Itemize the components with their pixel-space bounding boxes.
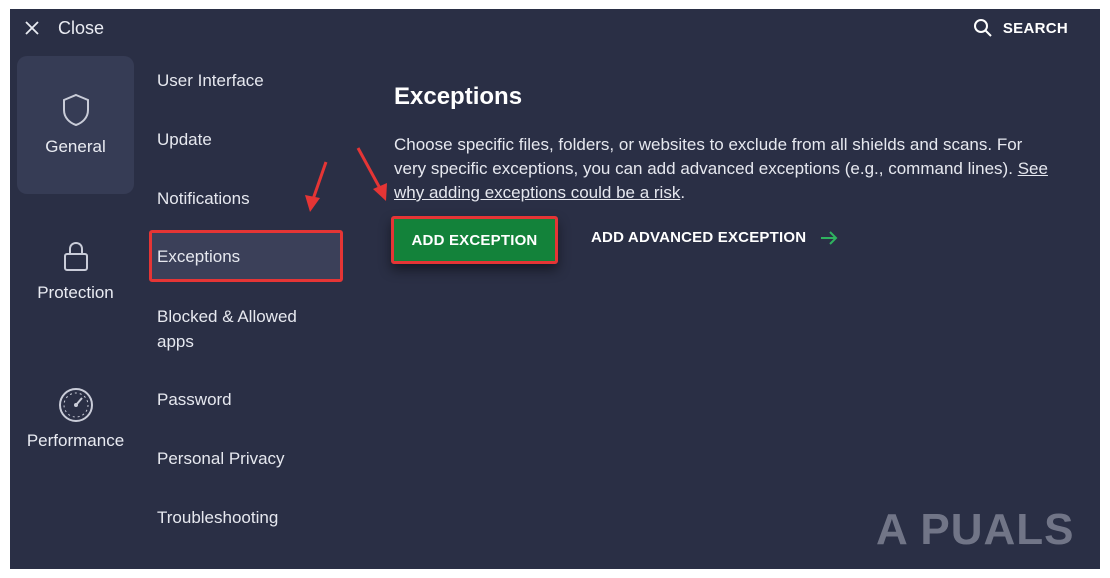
watermark: A PUALS [876,505,1075,555]
annotation-arrow-right [356,147,387,201]
settings-window: Close SEARCH General Protection Performa… [10,9,1100,569]
nav-category-general[interactable]: General [17,56,134,194]
add-advanced-exception-label: ADD ADVANCED EXCEPTION [591,229,807,246]
description-text: Choose specific files, folders, or websi… [394,135,1023,178]
nav-category-label: General [45,137,106,156]
add-exception-highlight: ADD EXCEPTION [391,216,558,264]
submenu-item-blocked-allowed-apps[interactable]: Blocked & Allowed apps [157,304,327,354]
page-description: Choose specific files, folders, or websi… [394,133,1054,205]
submenu-item-personal-privacy[interactable]: Personal Privacy [157,446,285,471]
page-title: Exceptions [394,83,523,110]
annotation-arrow-left [305,161,328,212]
search-icon [973,19,992,37]
arrow-right-icon [821,230,838,245]
submenu-item-label: Exceptions [157,246,241,266]
add-exception-button[interactable]: ADD EXCEPTION [394,219,555,261]
submenu-item-notifications[interactable]: Notifications [157,186,250,211]
speedometer-icon [58,388,93,422]
submenu-item-password[interactable]: Password [157,387,232,412]
close-button[interactable]: Close [24,15,104,41]
nav-category-performance[interactable]: Performance [17,387,134,457]
add-advanced-exception-button[interactable]: ADD ADVANCED EXCEPTION [591,229,838,246]
watermark-text: A PUALS [876,505,1075,554]
shield-icon [62,93,89,127]
lock-icon [63,241,88,271]
submenu-item-exceptions[interactable]: Exceptions [149,230,343,282]
risk-suffix: . [680,183,686,202]
close-icon [25,21,39,35]
nav-category-label: Protection [37,283,114,302]
submenu-item-troubleshooting[interactable]: Troubleshooting [157,505,278,530]
nav-category-label: Performance [26,431,125,450]
submenu-item-update[interactable]: Update [157,127,212,152]
search-button[interactable]: SEARCH [973,18,1068,38]
submenu-item-user-interface[interactable]: User Interface [157,68,264,93]
close-label: Close [58,17,105,38]
search-label: SEARCH [1002,19,1068,37]
nav-category-protection[interactable]: Protection [17,239,134,309]
